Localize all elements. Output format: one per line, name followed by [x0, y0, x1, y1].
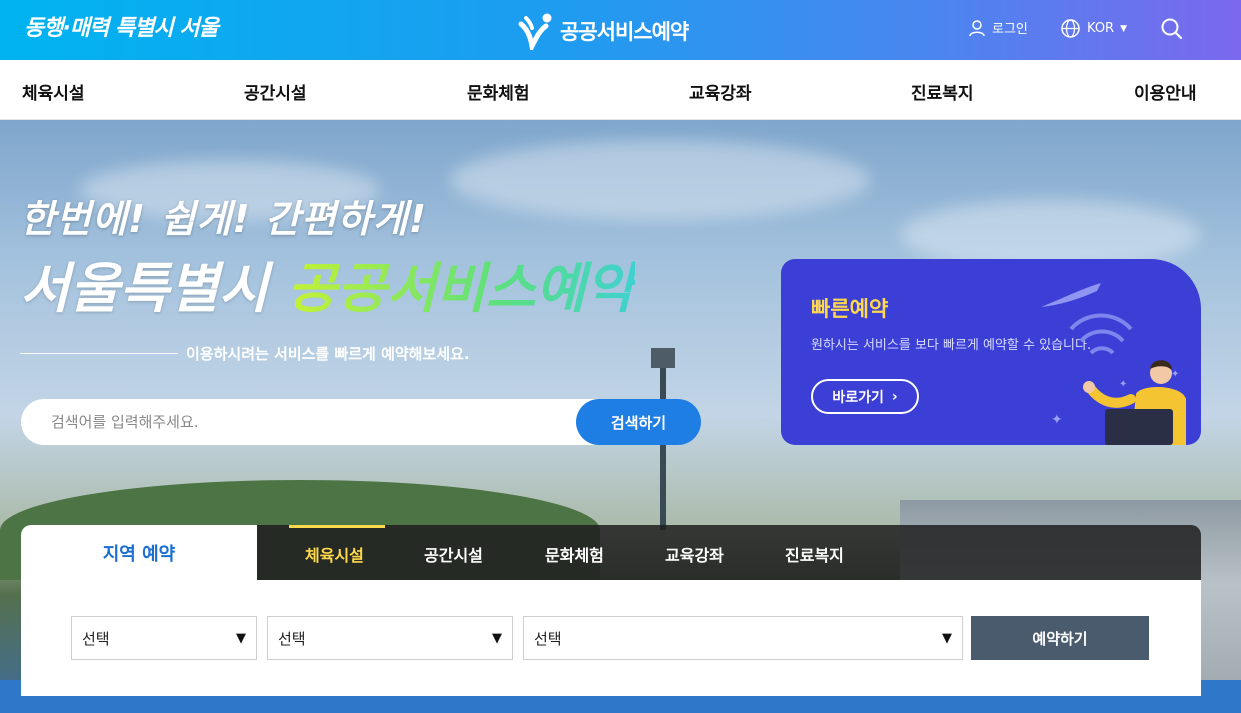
- brand-name: 공공서비스예약: [560, 20, 689, 44]
- svg-text:✦: ✦: [1171, 369, 1179, 380]
- tab-region-reservation[interactable]: 지역 예약: [21, 525, 257, 580]
- search-button-top[interactable]: [1160, 17, 1184, 41]
- nav-item-medical-welfare[interactable]: 진료복지: [911, 79, 974, 104]
- hero-subtitle-text: 이용하시려는 서비스를 빠르게 예약해보세요.: [186, 345, 470, 363]
- quick-go-label: 바로가기: [832, 389, 884, 406]
- hero-search-bar: 검색하기: [21, 399, 701, 445]
- language-selector[interactable]: KOR ▼: [1060, 18, 1127, 39]
- login-link[interactable]: 로그인: [968, 18, 1028, 37]
- category-tab-space[interactable]: 공간시설: [424, 542, 483, 566]
- hero-tagline: 한번에! 쉽게! 간편하게!: [20, 197, 428, 241]
- search-icon: [1161, 18, 1183, 40]
- dropdown-arrow-icon: ▼: [236, 630, 246, 646]
- main-navigation: 체육시설 공간시설 문화체험 교육강좌 진료복지 이용안내: [0, 60, 1241, 120]
- globe-icon: [1061, 19, 1080, 38]
- dropdown-arrow-icon: ▼: [942, 630, 952, 646]
- category-tab-medical-welfare[interactable]: 진료복지: [785, 542, 844, 566]
- active-tab-indicator: [289, 525, 385, 528]
- search-input[interactable]: [51, 399, 571, 445]
- select-value: 선택: [82, 629, 110, 648]
- caret-down-icon: ▼: [1120, 23, 1128, 34]
- nav-item-space[interactable]: 공간시설: [244, 79, 307, 104]
- person-with-laptop-illustration: ✦ ✦ ✦: [1041, 283, 1186, 445]
- category-tab-sports[interactable]: 체육시설: [305, 542, 364, 566]
- region-select-2[interactable]: 선택 ▼: [267, 616, 513, 660]
- svg-text:✦: ✦: [1051, 412, 1063, 428]
- seoul-slogan-logo[interactable]: 동행·매력 특별시 서울: [24, 10, 219, 42]
- region-select-1[interactable]: 선택 ▼: [71, 616, 257, 660]
- hero-title-prefix: 서울특별시: [20, 257, 288, 320]
- hero-title: 서울특별시 공공서비스예약: [20, 244, 635, 323]
- quick-title: 빠른예약: [811, 297, 889, 321]
- select-value: 선택: [534, 629, 562, 648]
- light-tower-lamp: [651, 348, 675, 368]
- brand[interactable]: 공공서비스예약: [518, 12, 689, 50]
- region-select-3[interactable]: 선택 ▼: [523, 616, 963, 660]
- quick-reservation-card: 빠른예약 원하시는 서비스를 보다 빠르게 예약할 수 있습니다. 바로가기 ›…: [781, 259, 1201, 445]
- language-label: KOR: [1087, 21, 1115, 36]
- user-icon: [969, 19, 985, 36]
- svg-text:✦: ✦: [1119, 379, 1127, 390]
- nav-item-guide[interactable]: 이용안내: [1134, 79, 1197, 104]
- login-label: 로그인: [992, 22, 1028, 37]
- quick-go-button[interactable]: 바로가기 ›: [811, 379, 919, 414]
- hero-title-highlight: 공공서비스예약: [287, 257, 635, 320]
- nav-item-culture[interactable]: 문화체험: [467, 79, 530, 104]
- reserve-button[interactable]: 예약하기: [971, 616, 1149, 660]
- cloud: [450, 140, 870, 220]
- divider: [20, 353, 178, 354]
- brand-logo-icon: [518, 13, 552, 50]
- category-tab-education[interactable]: 교육강좌: [665, 542, 724, 566]
- nav-item-sports[interactable]: 체육시설: [22, 79, 85, 104]
- hero-subtitle: 이용하시려는 서비스를 빠르게 예약해보세요.: [20, 343, 470, 364]
- chevron-right-icon: ›: [891, 388, 898, 405]
- select-value: 선택: [278, 629, 306, 648]
- search-submit-button[interactable]: 검색하기: [576, 399, 701, 445]
- region-reservation-tabs: 지역 예약 체육시설 공간시설 문화체험 교육강좌 진료복지: [21, 525, 1201, 580]
- region-reservation-form: 선택 ▼ 선택 ▼ 선택 ▼ 예약하기: [21, 580, 1201, 696]
- category-tab-culture[interactable]: 문화체험: [545, 542, 604, 566]
- top-header: 동행·매력 특별시 서울 공공서비스예약 로그인 KOR ▼: [0, 0, 1241, 60]
- dropdown-arrow-icon: ▼: [492, 630, 502, 646]
- nav-item-education[interactable]: 교육강좌: [689, 79, 752, 104]
